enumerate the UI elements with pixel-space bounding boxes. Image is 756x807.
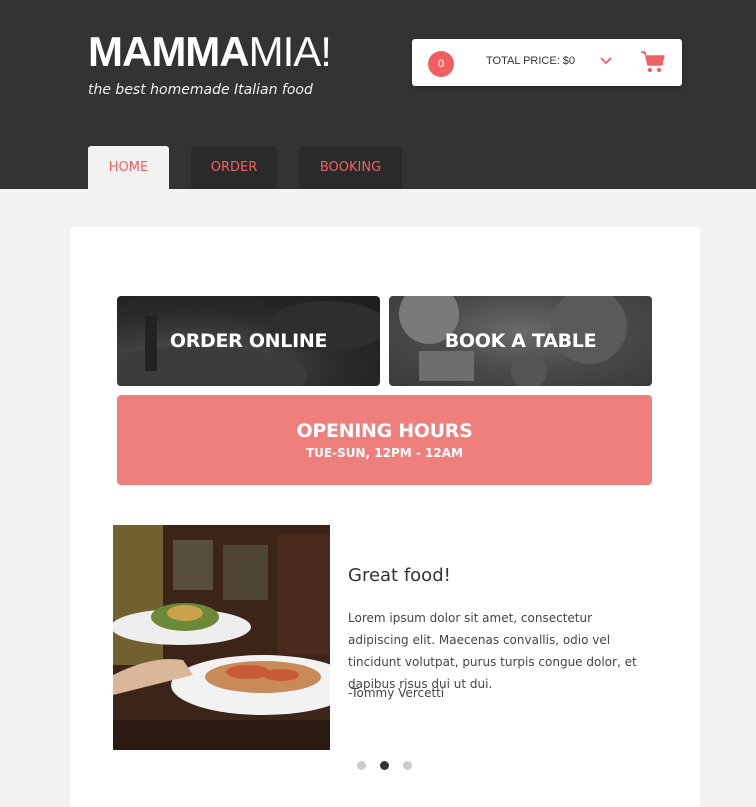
chevron-down-icon[interactable] (599, 56, 613, 66)
logo-light-text: MIA! (248, 28, 332, 75)
book-table-label: BOOK A TABLE (444, 330, 597, 352)
carousel-dot-2[interactable] (380, 761, 389, 770)
tab-home[interactable]: HOME (88, 146, 169, 189)
opening-hours-title: OPENING HOURS (296, 420, 473, 442)
carousel-dot-3[interactable] (403, 761, 412, 770)
testimonial-author: -Tommy Vercetti (348, 686, 445, 700)
site-logo[interactable]: MAMMAMIA! (88, 28, 332, 75)
testimonial-title: Great food! (348, 565, 451, 586)
site-tagline: the best homemade Italian food (88, 82, 313, 98)
site-header: MAMMAMIA! the best homemade Italian food… (0, 0, 756, 189)
restaurant-food-image (113, 525, 330, 750)
order-online-tile[interactable]: ORDER ONLINE (117, 296, 380, 386)
testimonial-body: Lorem ipsum dolor sit amet, consectetur … (348, 611, 637, 691)
cart-count-badge: 0 (428, 51, 454, 77)
cart-widget[interactable]: 0 TOTAL PRICE: $0 (412, 39, 682, 86)
opening-hours-tile: OPENING HOURS TUE-SUN, 12PM - 12AM (117, 395, 652, 485)
tab-order[interactable]: ORDER (191, 146, 277, 189)
testimonial-photo (113, 525, 330, 750)
opening-hours-times: TUE-SUN, 12PM - 12AM (306, 446, 463, 460)
book-table-tile[interactable]: BOOK A TABLE (389, 296, 652, 386)
logo-bold-text: MAMMA (88, 28, 250, 75)
order-online-label: ORDER ONLINE (169, 330, 328, 352)
shopping-cart-icon[interactable] (640, 50, 666, 74)
tab-booking[interactable]: BOOKING (299, 146, 402, 189)
cart-total-price: TOTAL PRICE: $0 (486, 55, 576, 67)
carousel-dot-1[interactable] (357, 761, 366, 770)
